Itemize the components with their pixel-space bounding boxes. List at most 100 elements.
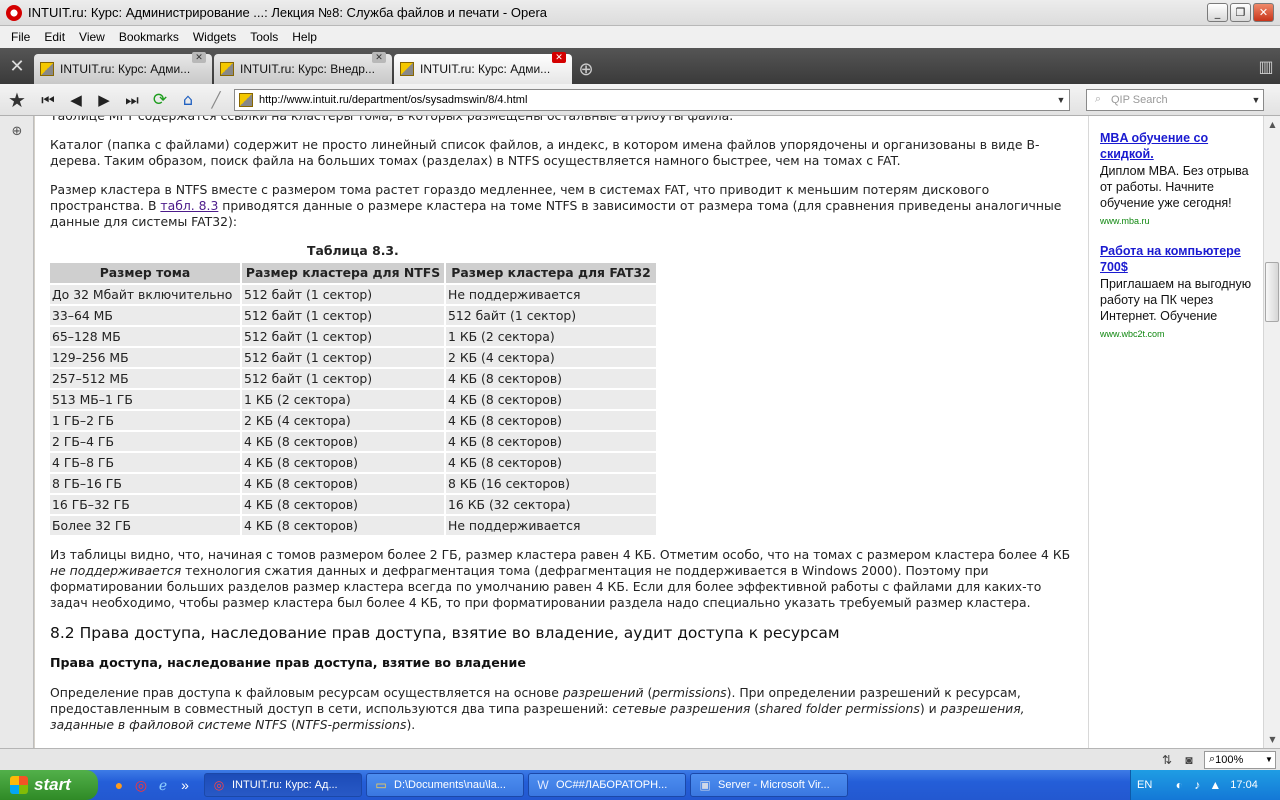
opera-icon[interactable]: ◎ xyxy=(130,775,152,795)
column-header: Размер кластера для NTFS xyxy=(242,263,444,283)
address-field[interactable]: http://www.intuit.ru/department/os/sysad… xyxy=(234,88,1070,111)
table-row: 513 МБ–1 ГБ 1 КБ (2 сектора) 4 КБ (8 секто… xyxy=(50,390,656,409)
task-label: ОС##ЛАБОРАТОРН... xyxy=(556,779,668,791)
vertical-scrollbar[interactable]: ▲ ▼ xyxy=(1263,116,1280,748)
menu-help[interactable]: Help xyxy=(285,30,324,44)
menu-file[interactable]: File xyxy=(4,30,37,44)
tray-volume-icon[interactable]: ♪ xyxy=(1188,778,1206,792)
minimize-button[interactable]: _ xyxy=(1207,3,1228,22)
ad-text: Приглашаем на выгодную работу на ПК чере… xyxy=(1100,277,1252,323)
scroll-up-icon[interactable]: ▲ xyxy=(1264,116,1280,133)
table-row: 33–64 МБ 512 байт (1 сектор) 512 байт (1 с… xyxy=(50,306,656,325)
forward-icon[interactable]: ▶ xyxy=(90,88,118,112)
zoom-value[interactable]: 100% xyxy=(1215,754,1263,766)
table-header-row: Размер тома Размер кластера для NTFS Раз… xyxy=(50,263,656,283)
chevron-down-icon[interactable]: ▼ xyxy=(1263,755,1275,764)
table-link[interactable]: табл. 8.3 xyxy=(160,198,218,213)
text: ) и xyxy=(919,701,941,716)
menu-tools[interactable]: Tools xyxy=(243,30,285,44)
table-cell: 1 КБ (2 сектора) xyxy=(446,327,656,346)
table-cell: 512 байт (1 сектор) xyxy=(242,285,444,304)
reload-icon[interactable]: ⟳ xyxy=(146,88,174,112)
table-cell: 4 КБ (8 секторов) xyxy=(446,369,656,388)
new-tab-icon[interactable]: ⊕ xyxy=(574,54,598,84)
chevron-down-icon[interactable]: ▼ xyxy=(1249,95,1263,105)
menu-view[interactable]: View xyxy=(72,30,112,44)
taskbar-item-opera[interactable]: ◎ INTUIT.ru: Курс: Ад... xyxy=(204,773,362,797)
start-button[interactable]: start xyxy=(0,770,98,800)
taskbar-item-word[interactable]: W ОС##ЛАБОРАТОРН... xyxy=(528,773,686,797)
ad-url[interactable]: www.wbc2t.com xyxy=(1100,326,1263,342)
table-row: 257–512 МБ 512 байт (1 сектор) 4 КБ (8 сек… xyxy=(50,369,656,388)
tab-1[interactable]: INTUIT.ru: Курс: Адми... ✕ xyxy=(34,52,212,84)
scroll-thumb[interactable] xyxy=(1265,262,1279,322)
more-chevron-icon[interactable]: » xyxy=(174,775,196,795)
ad-title-link[interactable]: MBA обучение со скидкой. xyxy=(1100,130,1263,162)
virtual-pc-icon: ▣ xyxy=(699,778,711,792)
url-text[interactable]: http://www.intuit.ru/department/os/sysad… xyxy=(259,94,1053,106)
scroll-down-icon[interactable]: ▼ xyxy=(1264,731,1280,748)
language-indicator[interactable]: EN xyxy=(1137,779,1152,791)
wand-icon[interactable]: ╱ xyxy=(202,88,230,112)
site-favicon-icon xyxy=(239,92,253,107)
zoom-select[interactable]: ⌕ 100% ▼ xyxy=(1204,750,1276,769)
table-cell: 257–512 МБ xyxy=(50,369,240,388)
internet-explorer-icon[interactable]: ℯ xyxy=(152,775,174,795)
back-icon[interactable]: ◀ xyxy=(62,88,90,112)
opera-logo-icon xyxy=(6,4,22,21)
tab-close-icon[interactable]: ✕ xyxy=(372,52,386,63)
table-cell: 2 КБ (4 сектора) xyxy=(446,348,656,367)
emphasis: NTFS-permissions xyxy=(295,717,407,732)
panel-star-icon[interactable]: ★ xyxy=(0,88,34,112)
chevron-down-icon[interactable]: ▼ xyxy=(1053,95,1069,105)
menu-widgets[interactable]: Widgets xyxy=(186,30,243,44)
tray-antivirus-icon[interactable]: ▲ xyxy=(1206,778,1224,792)
home-icon[interactable]: ⌂ xyxy=(174,88,202,112)
tools-icon[interactable]: ✕ xyxy=(0,48,34,84)
menu-edit[interactable]: Edit xyxy=(37,30,72,44)
table-cell: 8 ГБ–16 ГБ xyxy=(50,474,240,493)
rewind-icon[interactable]: ⏮ xyxy=(34,88,62,112)
maximize-button[interactable]: ❐ xyxy=(1230,3,1251,22)
tab-2[interactable]: INTUIT.ru: Курс: Внедр... ✕ xyxy=(214,52,392,84)
tab-close-icon[interactable]: ✕ xyxy=(552,52,566,63)
emphasis: shared folder permissions xyxy=(759,701,920,716)
table-cell: Не поддерживается xyxy=(446,516,656,535)
page-content: Таблице MFT содержатся ссылки на кластер… xyxy=(35,116,1263,748)
window-title: INTUIT.ru: Курс: Администрирование ...: … xyxy=(28,5,548,20)
section-heading: 8.2 Права доступа, наследование прав дос… xyxy=(50,624,840,642)
menu-bookmarks[interactable]: Bookmarks xyxy=(112,30,186,44)
ad-block: MBA обучение со скидкой. Диплом MBA. Без… xyxy=(1100,130,1263,229)
table-cell: 4 КБ (8 секторов) xyxy=(446,453,656,472)
text: Из таблицы видно, что, начиная с томов р… xyxy=(50,547,1071,562)
close-button[interactable]: ✕ xyxy=(1253,3,1274,22)
tray-network-icon[interactable]: ◐ xyxy=(1170,778,1188,792)
search-field[interactable]: ⌕ QIP Search ▼ xyxy=(1086,88,1264,111)
folder-icon: ▭ xyxy=(375,778,387,792)
table-cell: 512 байт (1 сектор) xyxy=(242,369,444,388)
taskbar-item-explorer[interactable]: ▭ D:\Documents\nau\la... xyxy=(366,773,524,797)
table-cell: 4 КБ (8 секторов) xyxy=(242,432,444,451)
trash-icon[interactable]: ▥ xyxy=(1252,48,1280,84)
ad-url[interactable]: www.mba.ru xyxy=(1100,213,1263,229)
table-cell: 4 КБ (8 секторов) xyxy=(242,453,444,472)
search-placeholder[interactable]: QIP Search xyxy=(1109,94,1249,106)
quick-launch: ● ◎ ℯ » xyxy=(108,775,196,795)
table-cell: До 32 Мбайт включительно xyxy=(50,285,240,304)
text: ( xyxy=(643,685,653,700)
camera-icon[interactable]: ◙ xyxy=(1178,753,1200,767)
tab-3-active[interactable]: INTUIT.ru: Курс: Адми... ✕ xyxy=(394,52,572,84)
network-icon[interactable]: ⇅ xyxy=(1156,753,1178,767)
paragraph: Каталог (папка с файлами) содержит не пр… xyxy=(50,137,1040,168)
add-panel-icon[interactable]: ⊕ xyxy=(0,124,34,139)
ad-title-link[interactable]: Работа на компьютере 700$ xyxy=(1100,243,1263,275)
intuit-favicon-icon xyxy=(220,62,234,76)
table-cell: 2 ГБ–4 ГБ xyxy=(50,432,240,451)
panel-strip: ⊕ xyxy=(0,116,34,748)
taskbar-item-virtual-pc[interactable]: ▣ Server - Microsoft Vir... xyxy=(690,773,848,797)
table-row: 16 ГБ–32 ГБ 4 КБ (8 секторов) 16 КБ (32 се… xyxy=(50,495,656,514)
fast-forward-icon[interactable]: ⏭ xyxy=(118,88,146,112)
tab-close-icon[interactable]: ✕ xyxy=(192,52,206,63)
firefox-icon[interactable]: ● xyxy=(108,775,130,795)
table-cell: 513 МБ–1 ГБ xyxy=(50,390,240,409)
